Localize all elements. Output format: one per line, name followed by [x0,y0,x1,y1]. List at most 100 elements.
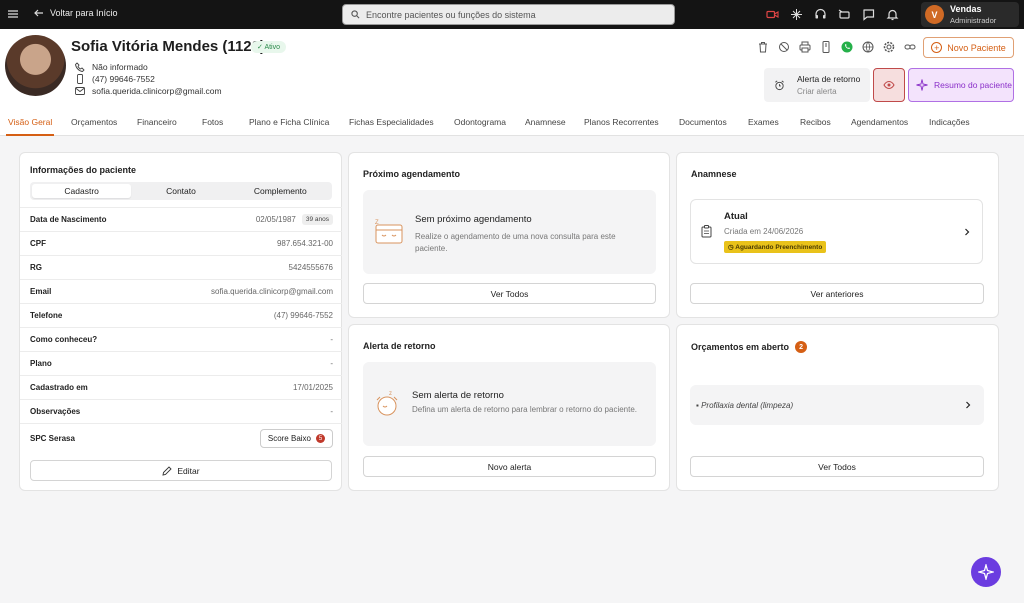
view-previous-button[interactable]: Ver anteriores [690,283,984,304]
globe-icon[interactable] [862,41,874,53]
user-menu[interactable]: V Vendas Administrador [921,2,1019,27]
whatsapp-icon[interactable] [841,41,853,53]
row-label: Data de Nascimento [30,215,107,224]
tab-appointments[interactable]: Agendamentos [851,113,908,136]
tab-bar: Visão Geral Orçamentos Financeiro Fotos … [0,113,1024,136]
screen-share-icon[interactable] [838,8,851,21]
info-row: Como conheceu? - [20,327,342,351]
budget-item-text: Profilaxia dental (limpeza) [701,400,794,410]
return-alert-button[interactable]: Alerta de retorno Criar alerta [764,68,870,102]
svg-text:z: z [389,391,392,397]
row-value: 17/01/2025 [292,383,333,392]
mobile-device-icon[interactable] [820,41,832,53]
sparkle-icon[interactable] [790,8,803,21]
edit-label: Editar [177,465,200,476]
tab-exams[interactable]: Exames [748,113,779,136]
patient-email: sofia.querida.clinicorp@gmail.com [92,86,222,96]
visibility-toggle-button[interactable] [873,68,905,102]
tab-anamnese[interactable]: Anamnese [525,113,566,136]
view-all-appointments-button[interactable]: Ver Todos [363,283,656,304]
phone-landline: Não informado [92,62,148,72]
new-alert-button[interactable]: Novo alerta [363,456,656,477]
email-line: sofia.querida.clinicorp@gmail.com [75,86,222,96]
phone-mobile: (47) 99646-7552 [92,74,155,84]
spc-row: SPC Serasa Score Baixo 5 [20,423,342,453]
row-label: RG [30,263,42,272]
anamnese-card: Anamnese Atual Criada em 24/06/2026 ◷ Ag… [676,152,999,318]
row-label: SPC Serasa [30,434,75,443]
row-label: Telefone [30,311,63,320]
back-link[interactable]: Voltar para Início [34,8,118,18]
row-label: Email [30,287,52,296]
mobile-icon [77,74,83,84]
tab-budgets[interactable]: Orçamentos [71,113,117,136]
status-badge: ◷ Aguardando Preenchimento [724,241,827,253]
row-label: Observações [30,407,81,416]
chevron-right-icon [966,401,971,409]
info-row: Data de Nascimento 02/05/1987 39 anos [20,207,342,231]
menu-icon[interactable] [8,9,18,19]
block-icon[interactable] [778,41,790,53]
segment-complemento[interactable]: Complemento [231,184,330,198]
eye-icon [883,80,895,90]
next-appointment-card: Próximo agendamento Z Sem próximo agenda… [348,152,670,318]
info-row: Plano - [20,351,342,375]
tab-overview[interactable]: Visão Geral [5,113,55,136]
edit-button[interactable]: Editar [30,460,332,481]
tab-referrals[interactable]: Indicações [929,113,970,136]
return-alert-title: Alerta de retorno [797,74,861,84]
tab-odontogram[interactable]: Odontograma [454,113,506,136]
bell-icon[interactable] [886,8,899,21]
anamnese-item[interactable]: Atual Criada em 24/06/2026 ◷ Aguardando … [690,199,983,264]
age-badge: 39 anos [301,214,333,225]
row-value: 5424555676 [288,263,334,272]
gear-icon[interactable] [883,41,895,53]
video-icon[interactable] [766,8,779,21]
top-bar: Voltar para Início Encontre pacientes ou… [0,0,1024,29]
tab-financial[interactable]: Financeiro [137,113,177,136]
plus-icon: + [931,42,943,53]
return-alert-sub: Criar alerta [797,87,837,96]
segment-cadastro[interactable]: Cadastro [32,184,132,198]
link-icon[interactable] [904,41,916,53]
tab-photos[interactable]: Fotos [202,113,223,136]
segment-contato[interactable]: Contato [131,184,230,198]
avatar: V [925,5,944,24]
chevron-right-icon [965,228,970,236]
patient-header: Sofia Vitória Mendes (1120) ✓ Ativo Não … [0,29,1024,136]
svg-text:Z: Z [375,220,379,226]
card-title: Informações do paciente [30,165,137,175]
tab-specialty-forms[interactable]: Fichas Especialidades [349,113,434,136]
headset-icon[interactable] [814,8,827,21]
info-row: Observações - [20,399,342,423]
card-title-row: Orçamentos em aberto 2 [691,341,808,353]
trash-icon[interactable] [757,41,769,53]
row-value: 02/05/1987 [255,215,296,224]
empty-state: z Sem alerta de retorno Defina um alerta… [363,362,656,446]
clipboard-icon [701,225,712,238]
phone-mobile-line: (47) 99646-7552 [75,74,155,84]
open-budgets-card: Orçamentos em aberto 2 ▪ Profilaxia dent… [676,324,999,491]
tab-documents[interactable]: Documentos [679,113,727,136]
new-patient-button[interactable]: + Novo Paciente [923,37,1014,58]
chat-icon[interactable] [862,8,875,21]
patient-summary-button[interactable]: Resumo do paciente [908,68,1014,102]
score-button[interactable]: Score Baixo 5 [259,429,333,448]
ai-assistant-button[interactable] [971,557,1001,587]
row-value: - [330,335,333,344]
info-row: RG 5424555676 [20,255,342,279]
search-placeholder: Encontre pacientes ou funções do sistema [366,9,536,20]
search-input[interactable]: Encontre pacientes ou funções do sistema [342,4,675,25]
patient-photo [5,35,66,96]
tab-receipts[interactable]: Recibos [800,113,831,136]
tab-recurring-plans[interactable]: Planos Recorrentes [584,113,659,136]
top-icons [766,8,899,21]
card-title: Alerta de retorno [363,341,436,351]
view-all-budgets-button[interactable]: Ver Todos [690,456,984,477]
print-icon[interactable] [799,41,811,53]
score-count: 5 [316,434,325,443]
budget-item[interactable]: ▪ Profilaxia dental (limpeza) [690,385,984,425]
empty-title: Sem alerta de retorno [412,390,504,401]
tab-clinical-plan[interactable]: Plano e Ficha Clínica [249,113,329,136]
sparkle-icon [916,79,928,91]
